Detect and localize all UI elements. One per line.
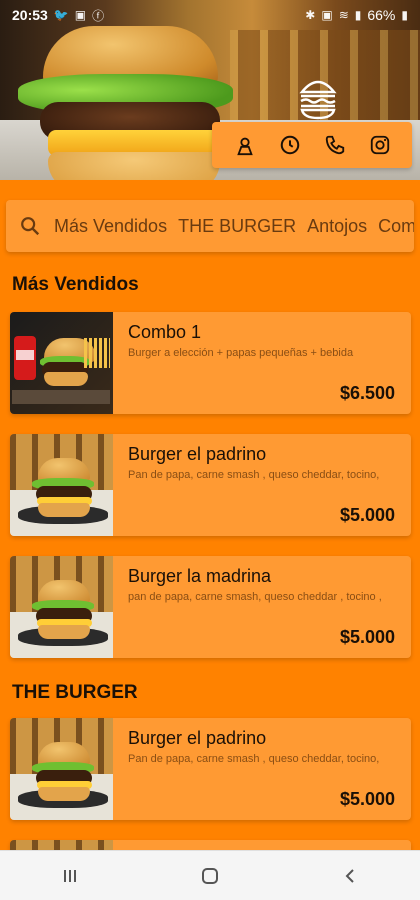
clock-icon[interactable] — [275, 130, 305, 160]
product-price: $5.000 — [339, 627, 395, 647]
location-icon[interactable] — [230, 130, 260, 160]
section-title: THE BURGER — [12, 682, 138, 703]
hero-burger-image — [18, 22, 238, 180]
category-tab-combos[interactable]: Com — [378, 216, 414, 237]
facebook-icon: ⓕ — [92, 8, 105, 23]
product-card[interactable]: Burger el padrino Pan de papa, carne sma… — [10, 434, 411, 536]
product-title: Burger el padrino — [128, 444, 267, 464]
category-tab-mas-vendidos[interactable]: Más Vendidos — [54, 216, 167, 237]
product-title: Burger el padrino — [128, 728, 267, 748]
back-icon[interactable] — [330, 856, 370, 896]
system-nav-bar — [0, 850, 420, 900]
product-card[interactable]: Combo 1 Burger a elección + papas pequeñ… — [10, 312, 411, 414]
instagram-icon[interactable] — [365, 130, 395, 160]
voicemail-icon: ▣ — [74, 8, 87, 22]
home-icon[interactable] — [190, 856, 230, 896]
burger-logo-icon — [299, 80, 337, 120]
product-price: $6.500 — [339, 383, 395, 403]
product-price: $5.000 — [339, 505, 395, 525]
product-image — [10, 718, 113, 820]
product-title: Burger la madrina — [128, 566, 272, 586]
wifi-icon: ≋ — [338, 8, 349, 22]
status-time: 20:53 — [12, 7, 48, 23]
phone-icon[interactable] — [320, 130, 350, 160]
twitter-icon: 🐦 — [53, 8, 69, 22]
nfc-icon: ▣ — [321, 8, 333, 22]
status-bar: 20:53 🐦 ▣ ⓕ ✱ ▣ ≋ ▮ 66% ▮ — [0, 0, 420, 30]
bluetooth-icon: ✱ — [305, 8, 316, 22]
contact-actions-bar — [212, 122, 412, 168]
product-description: Burger a elección + papas pequeñas + beb… — [128, 347, 354, 359]
battery-icon: ▮ — [401, 8, 408, 22]
product-description: Pan de papa, carne smash , queso cheddar… — [128, 753, 380, 765]
product-image — [10, 556, 113, 658]
category-bar: Más Vendidos THE BURGER Antojos Com — [6, 200, 414, 252]
category-tabs: Más Vendidos THE BURGER Antojos Com — [54, 216, 414, 237]
product-title: Combo 1 — [128, 322, 202, 342]
product-price: $5.000 — [339, 789, 395, 809]
search-icon[interactable] — [6, 200, 54, 252]
category-tab-the-burger[interactable]: THE BURGER — [178, 216, 296, 237]
product-image — [10, 312, 113, 414]
product-card[interactable]: Burger el padrino Pan de papa, carne sma… — [10, 718, 411, 820]
signal-icon: ▮ — [354, 8, 362, 22]
battery-level: 66% — [367, 7, 396, 23]
product-description: pan de papa, carne smash, queso cheddar … — [128, 591, 382, 603]
section-title: Más Vendidos — [12, 274, 139, 295]
category-tab-antojos[interactable]: Antojos — [307, 216, 367, 237]
product-description: Pan de papa, carne smash , queso cheddar… — [128, 469, 380, 481]
product-card[interactable]: Burger la madrina pan de papa, carne sma… — [10, 556, 411, 658]
recent-apps-icon[interactable] — [50, 856, 90, 896]
product-image — [10, 434, 113, 536]
